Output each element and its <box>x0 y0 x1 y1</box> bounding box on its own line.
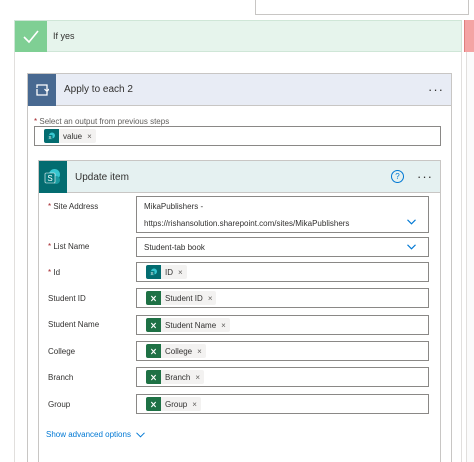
apply-to-each-title: Apply to each 2 <box>64 84 133 95</box>
select-output-input[interactable]: S value × <box>34 126 441 146</box>
site-address-dropdown[interactable]: MikaPublishers - https://rishansolution.… <box>136 196 429 233</box>
chevron-down-icon <box>136 431 145 438</box>
remove-token-button[interactable]: × <box>87 132 92 141</box>
update-item-title: Update item <box>75 172 129 183</box>
remove-token-button[interactable]: × <box>192 400 197 409</box>
group-input[interactable]: Group × <box>136 394 429 414</box>
sharepoint-icon: S <box>39 161 67 193</box>
list-name-dropdown[interactable]: Student-tab book <box>136 237 429 257</box>
show-advanced-options-link[interactable]: Show advanced options <box>46 430 145 439</box>
college-input[interactable]: College × <box>136 341 429 361</box>
update-item-header[interactable]: S Update item ? ··· <box>39 161 440 193</box>
help-circle-icon[interactable]: ? <box>391 170 404 183</box>
id-token[interactable]: S ID × <box>146 265 187 279</box>
sharepoint-icon: S <box>44 129 59 143</box>
remove-token-button[interactable]: × <box>195 373 200 382</box>
branch-label: Branch <box>48 373 74 382</box>
id-label: * Id <box>48 268 61 277</box>
group-token[interactable]: Group × <box>146 397 201 411</box>
previous-card-edge <box>255 0 469 15</box>
condition-if-yes-header[interactable]: If yes <box>14 20 462 52</box>
remove-token-button[interactable]: × <box>221 321 226 330</box>
branch-token[interactable]: Branch × <box>146 370 205 384</box>
sharepoint-icon: S <box>146 265 161 279</box>
excel-icon <box>146 397 161 411</box>
student-name-token[interactable]: Student Name × <box>146 318 230 332</box>
if-no-branch-body <box>466 52 474 462</box>
more-options-button[interactable]: ··· <box>417 170 433 183</box>
group-label: Group <box>48 400 71 409</box>
student-name-input[interactable]: Student Name × <box>136 315 429 335</box>
remove-token-button[interactable]: × <box>197 347 202 356</box>
if-no-branch-edge <box>464 20 474 52</box>
condition-label: If yes <box>53 31 75 41</box>
college-label: College <box>48 347 76 356</box>
value-token[interactable]: S value × <box>44 129 96 143</box>
student-id-label: Student ID <box>48 294 86 303</box>
remove-token-button[interactable]: × <box>208 294 213 303</box>
student-id-input[interactable]: Student ID × <box>136 288 429 308</box>
list-name-label: * List Name <box>48 242 90 251</box>
apply-to-each-header[interactable]: Apply to each 2 ··· <box>28 74 451 106</box>
student-name-label: Student Name <box>48 320 100 329</box>
excel-icon <box>146 291 161 305</box>
more-options-button[interactable]: ··· <box>428 83 444 96</box>
checkmark-icon <box>15 21 47 52</box>
chevron-down-icon[interactable] <box>407 219 416 225</box>
student-id-token[interactable]: Student ID × <box>146 291 217 305</box>
excel-icon <box>146 344 161 358</box>
svg-text:S: S <box>150 271 153 276</box>
excel-icon <box>146 370 161 384</box>
svg-text:S: S <box>48 135 51 140</box>
select-output-label: * Select an output from previous steps <box>34 117 170 126</box>
loop-icon <box>28 74 56 106</box>
id-input[interactable]: S ID × <box>136 262 429 282</box>
excel-icon <box>146 318 161 332</box>
college-token[interactable]: College × <box>146 344 206 358</box>
svg-text:S: S <box>47 174 52 183</box>
remove-token-button[interactable]: × <box>178 268 183 277</box>
branch-input[interactable]: Branch × <box>136 367 429 387</box>
site-address-label: * Site Address <box>48 202 99 211</box>
chevron-down-icon[interactable] <box>407 244 416 250</box>
